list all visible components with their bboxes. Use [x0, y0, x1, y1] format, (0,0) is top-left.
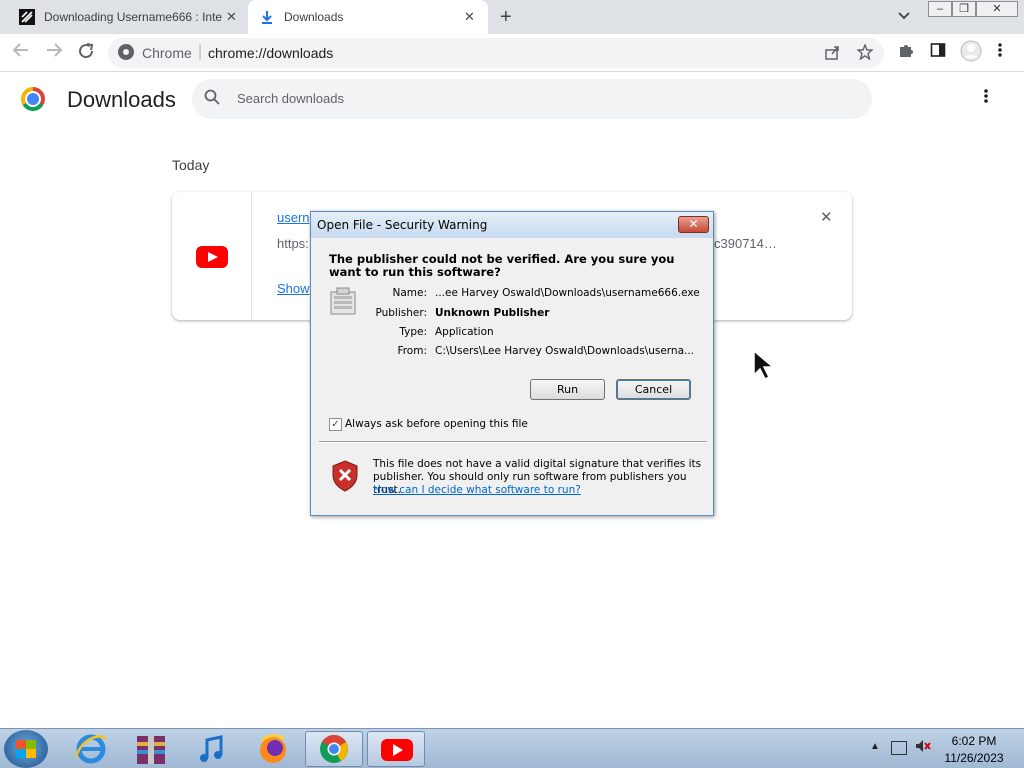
dialog-titlebar[interactable]: Open File - Security Warning ✕ [311, 212, 713, 238]
run-button[interactable]: Run [530, 379, 605, 400]
download-item-icon-column [172, 192, 252, 320]
page-title: Downloads [67, 87, 176, 112]
forward-arrow-icon[interactable] [45, 42, 63, 63]
always-ask-checkbox[interactable]: ✓ [329, 418, 342, 431]
tab-strip: Downloading Username666 : Inte ✕ Downloa… [0, 0, 1024, 34]
tab-title: Downloading Username666 : Inte [44, 10, 223, 24]
show-hidden-icons-chevron-icon[interactable]: ▲ [870, 741, 880, 752]
search-placeholder: Search downloads [237, 91, 344, 106]
publisher-label: Publisher: [375, 307, 427, 319]
name-label: Name: [392, 287, 427, 299]
dialog-divider [319, 441, 707, 443]
firefox-icon[interactable] [244, 731, 302, 767]
internet-explorer-icon[interactable] [62, 731, 120, 767]
volume-muted-icon[interactable] [915, 739, 931, 756]
from-label: From: [397, 345, 427, 357]
publisher-value: Unknown Publisher [435, 307, 550, 319]
download-source-url-tail: c390714… [714, 236, 777, 251]
tab-title: Downloads [284, 10, 344, 24]
browser-toolbar: Chrome | chrome://downloads [0, 34, 1024, 72]
download-arrow-icon [259, 9, 275, 25]
remove-download-button[interactable]: ✕ [820, 208, 833, 226]
bookmark-star-icon[interactable] [856, 43, 874, 64]
new-tab-button[interactable]: + [500, 6, 512, 29]
dialog-close-button[interactable]: ✕ [678, 216, 709, 233]
side-panel-icon[interactable] [930, 42, 946, 63]
tab-search-chevron-icon[interactable] [898, 8, 910, 23]
name-value: ...ee Harvey Oswald\Downloads\username66… [435, 287, 700, 299]
network-icon[interactable] [891, 741, 907, 755]
restore-window-button[interactable]: ❐ [952, 1, 976, 17]
download-file-name-link[interactable]: usern [277, 210, 310, 225]
date-section-heading: Today [172, 157, 210, 173]
reload-icon[interactable] [77, 42, 95, 65]
extensions-puzzle-icon[interactable] [898, 42, 914, 63]
winrar-icon[interactable] [122, 731, 180, 767]
tab-downloading-username666[interactable]: Downloading Username666 : Inte ✕ [8, 0, 248, 34]
minimize-window-button[interactable]: – [928, 1, 952, 17]
tab-downloads[interactable]: Downloads ✕ [248, 0, 488, 34]
help-decide-link[interactable]: How can I decide what software to run? [373, 484, 581, 496]
clock-time[interactable]: 6:02 PM [940, 734, 1008, 748]
red-shield-warning-icon [331, 460, 359, 492]
back-arrow-icon[interactable] [12, 42, 30, 63]
from-value: C:\Users\Lee Harvey Oswald\Downloads\use… [435, 345, 695, 357]
chrome-logo-icon [21, 87, 45, 111]
address-bar[interactable]: Chrome | chrome://downloads [108, 38, 884, 68]
search-downloads-field[interactable]: Search downloads [192, 79, 872, 119]
downloads-header: Downloads Search downloads [0, 72, 1024, 128]
windows-taskbar: ▲ 6:02 PM 11/26/2023 [0, 728, 1024, 768]
search-icon [204, 89, 220, 109]
downloads-more-actions-icon[interactable] [984, 88, 988, 109]
browser-menu-kebab-icon[interactable] [998, 42, 1002, 63]
type-value: Application [435, 326, 494, 338]
show-in-folder-link[interactable]: Show [277, 281, 310, 296]
itunes-icon[interactable] [183, 731, 241, 767]
clock-date[interactable]: 11/26/2023 [940, 751, 1008, 765]
always-ask-label[interactable]: Always ask before opening this file [345, 418, 528, 430]
youtube-icon [196, 246, 228, 268]
executable-file-icon [329, 286, 357, 318]
address-url[interactable]: chrome://downloads [208, 45, 333, 61]
dialog-question: The publisher could not be verified. Are… [329, 252, 675, 279]
address-separator: | [198, 43, 203, 60]
security-warning-dialog: Open File - Security Warning ✕ The publi… [310, 211, 714, 516]
close-window-button[interactable]: ✕ [976, 1, 1018, 17]
dialog-title: Open File - Security Warning [317, 218, 488, 232]
site-label: Chrome [142, 45, 192, 61]
document-lines-icon [19, 9, 35, 25]
profile-avatar-icon[interactable] [960, 40, 982, 67]
start-button[interactable] [4, 730, 48, 768]
share-icon[interactable] [824, 44, 840, 64]
chrome-site-icon [118, 44, 134, 60]
cancel-button[interactable]: Cancel [616, 379, 691, 400]
chrome-icon[interactable] [305, 731, 363, 767]
close-tab-icon[interactable]: ✕ [464, 9, 475, 25]
mouse-cursor-icon [752, 349, 778, 381]
type-label: Type: [399, 326, 427, 338]
youtube-icon[interactable] [367, 731, 425, 767]
close-tab-icon[interactable]: ✕ [226, 9, 237, 25]
